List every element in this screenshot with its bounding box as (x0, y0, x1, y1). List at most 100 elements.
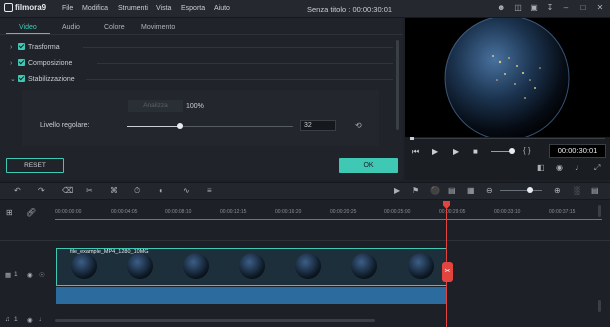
step-back-icon[interactable]: ▶︎ (432, 147, 438, 156)
add-track-icon[interactable]: ⊞ (6, 208, 13, 217)
menu-esporta[interactable]: Esporta (181, 5, 205, 12)
preview-timecode: 00:00:30:01 (549, 144, 606, 158)
minimize-icon[interactable]: – (562, 4, 570, 12)
tab-video[interactable]: Video (19, 24, 37, 31)
split-scissor-icon[interactable]: ✂ (442, 262, 453, 282)
video-preview (405, 15, 610, 141)
render-icon[interactable]: ▶ (394, 186, 400, 195)
zoom-slider-handle[interactable] (527, 187, 533, 193)
ruler-tick: 00:00:12:15 (220, 209, 247, 215)
speed-icon[interactable]: ⏱ (134, 186, 140, 196)
video-track-icon: ▦ (5, 272, 12, 279)
preview-scrubber-handle[interactable] (410, 137, 414, 140)
timeline-vscroll[interactable] (598, 205, 601, 217)
crop-icon[interactable]: ⌘ (110, 186, 118, 195)
document-title: Senza titolo : 00:00:30:01 (307, 5, 393, 14)
split-audio-icon[interactable]: ▦ (467, 186, 475, 195)
previous-frame-icon[interactable]: ⏮ (412, 147, 419, 157)
bookmark-icon[interactable]: ◫ (514, 4, 522, 12)
delete-icon[interactable]: ⌫ (62, 186, 73, 195)
timeline-hscroll[interactable] (55, 319, 375, 322)
display-settings-icon[interactable]: ◧ (537, 163, 545, 172)
close-icon[interactable]: ✕ (596, 4, 604, 12)
section-divider (86, 79, 393, 80)
section-stabilizzazione[interactable]: ⌄ Stabilizzazione (10, 75, 75, 83)
tab-audio[interactable]: Audio (62, 24, 80, 31)
zoom-out-icon[interactable]: ⊖ (486, 186, 493, 195)
clip-thumbnail (71, 253, 97, 279)
zoom-slider[interactable] (500, 190, 542, 191)
preview-scrubber[interactable] (410, 138, 605, 139)
panel-scrollbar[interactable] (396, 40, 399, 130)
menu-vista[interactable]: Vista (156, 5, 171, 12)
checkbox-stabilizzazione[interactable] (18, 75, 25, 82)
section-label: Stabilizzazione (28, 76, 75, 83)
audio-mixer-icon[interactable]: ∿ (183, 186, 190, 195)
clip-name: file_example_MP4_1280_10MG (70, 249, 149, 255)
cut-icon[interactable]: ✂ (86, 186, 93, 195)
track-divider (0, 240, 610, 241)
volume-slider[interactable] (491, 151, 511, 152)
snapshot-icon[interactable]: ◉ (556, 163, 563, 172)
download-icon[interactable]: ↧ (546, 4, 554, 12)
stabilization-panel (22, 90, 379, 146)
eye-icon[interactable]: ☉ (39, 271, 45, 279)
volume-icon[interactable]: ♩ (575, 163, 583, 172)
voiceover-icon[interactable]: ▤ (448, 186, 456, 195)
zoom-in-icon[interactable]: ⊕ (554, 186, 561, 195)
app-logo: filmora9 (4, 3, 46, 12)
timeline-vscroll-lower[interactable] (598, 300, 601, 312)
redo-icon[interactable]: ↷ (38, 186, 45, 195)
lock-icon[interactable]: ◉ (27, 271, 33, 279)
checkbox-composizione[interactable] (18, 59, 25, 66)
chevron-right-icon: › (10, 44, 13, 51)
adjust-icon[interactable]: ≡ (207, 186, 212, 195)
menu-modifica[interactable]: Modifica (82, 5, 108, 12)
level-slider-fill (127, 126, 181, 127)
ok-button[interactable]: OK (339, 158, 398, 173)
play-icon[interactable]: ▶ (453, 147, 459, 156)
fullscreen-icon[interactable]: ⤢ (594, 163, 600, 173)
microphone-icon[interactable]: ⚫ (430, 186, 440, 195)
section-label: Composizione (28, 60, 73, 67)
lock-icon[interactable]: ◉ (27, 316, 33, 324)
level-input[interactable]: 32 (300, 120, 336, 131)
reset-level-icon[interactable]: ⟲ (355, 121, 362, 130)
menu-aiuto[interactable]: Aiuto (214, 5, 230, 12)
menu-file[interactable]: File (62, 5, 73, 12)
analyze-button[interactable]: Analizza (128, 100, 183, 112)
user-icon[interactable]: ☻ (497, 4, 505, 12)
timeline-settings-icon[interactable]: ▤ (591, 186, 599, 195)
marker-icon[interactable]: ⚑ (412, 186, 419, 195)
clip-thumbnail (408, 253, 434, 279)
maximize-icon[interactable]: □ (579, 4, 587, 12)
mark-in-out[interactable]: { } (523, 146, 531, 155)
clip-thumbnail (183, 253, 209, 279)
audio-waveform[interactable] (56, 287, 447, 304)
link-icon[interactable]: 🔗︎ (26, 208, 36, 217)
color-icon[interactable]: ◐ (159, 186, 164, 195)
section-divider (83, 47, 393, 48)
ruler-tick: 00:00:16:20 (275, 209, 302, 215)
checkbox-trasforma[interactable] (18, 43, 25, 50)
notification-icon[interactable]: ▣ (530, 4, 538, 12)
analyze-progress: 100% (186, 103, 204, 110)
clip-thumbnail (127, 253, 153, 279)
timeline-view-icon[interactable]: ░ (574, 186, 580, 195)
section-composizione[interactable]: › Composizione (10, 59, 72, 67)
earth-video-frame (444, 15, 570, 141)
tab-colore[interactable]: Colore (104, 24, 125, 31)
ruler-tick: 00:00:20:25 (330, 209, 357, 215)
track-number: 1 (14, 271, 18, 278)
volume-slider-handle[interactable] (509, 148, 515, 154)
tab-movimento[interactable]: Movimento (141, 24, 175, 31)
reset-button[interactable]: RESET (6, 158, 64, 173)
menu-strumenti[interactable]: Strumenti (118, 5, 148, 12)
speaker-icon[interactable]: ♩ (39, 316, 46, 323)
ruler-tick: 00:00:25:00 (384, 209, 411, 215)
stop-icon[interactable]: ■ (473, 147, 478, 156)
work-area-line (55, 219, 602, 220)
section-divider (97, 63, 393, 64)
section-trasforma[interactable]: › Trasforma (10, 43, 60, 51)
undo-icon[interactable]: ↶ (14, 186, 21, 195)
